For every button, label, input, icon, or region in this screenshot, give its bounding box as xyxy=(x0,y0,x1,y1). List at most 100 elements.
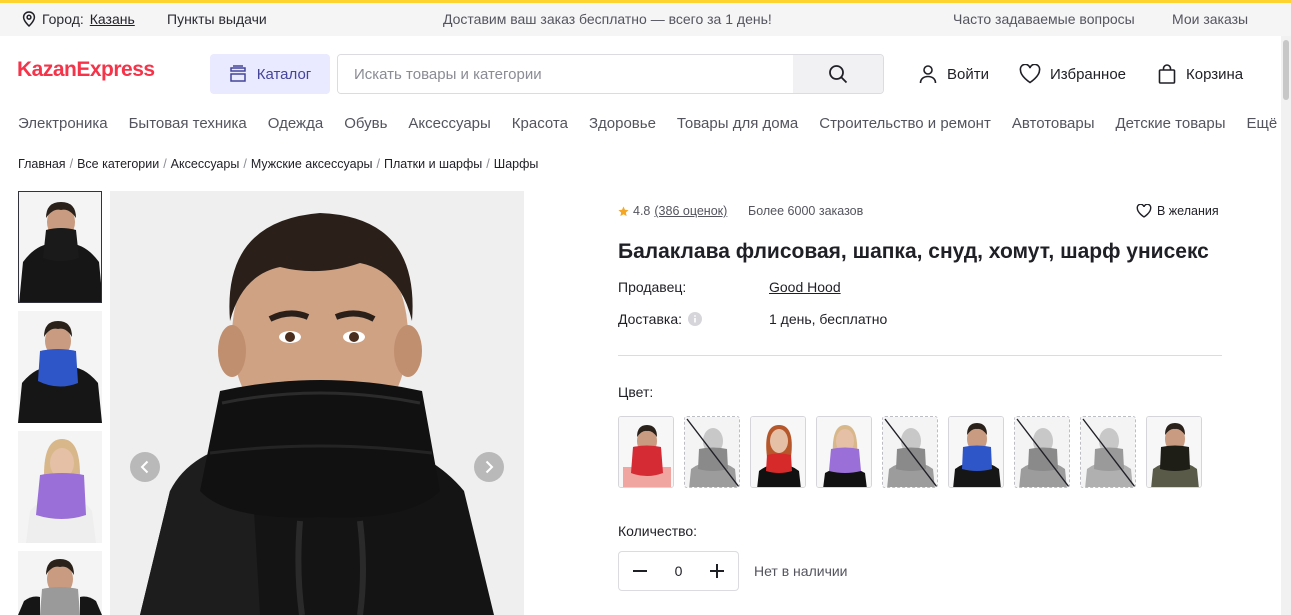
decrease-button[interactable] xyxy=(629,560,651,582)
product-title: Балаклава флисовая, шапка, снуд, хомут, … xyxy=(618,240,1209,263)
scrollbar-thumb[interactable] xyxy=(1283,40,1289,100)
main-product-photo[interactable] xyxy=(110,191,524,615)
color-option-purple[interactable] xyxy=(816,416,872,488)
color-option-red[interactable] xyxy=(618,416,674,488)
thumbnail-photo-black xyxy=(19,192,101,302)
search-icon xyxy=(829,65,848,84)
divider xyxy=(618,355,1222,356)
category-link[interactable]: Строительство и ремонт xyxy=(819,115,991,132)
breadcrumb-separator: / xyxy=(163,157,167,171)
category-link[interactable]: Автотовары xyxy=(1012,115,1095,132)
color-option-unavailable[interactable] xyxy=(882,416,938,488)
city-label: Город: xyxy=(42,11,84,27)
cart-button[interactable]: Корзина xyxy=(1157,64,1243,84)
logo[interactable]: KazanExpress xyxy=(17,58,155,82)
favorites-label: Избранное xyxy=(1050,65,1127,83)
category-link[interactable]: Одежда xyxy=(268,115,323,132)
color-label: Цвет: xyxy=(618,384,654,400)
category-link[interactable]: Красота xyxy=(512,115,568,132)
more-label: Ещё xyxy=(1246,115,1278,132)
thumbnail-photo-blue xyxy=(18,311,102,423)
catalog-label: Каталог xyxy=(256,65,312,83)
quantity-stepper: 0 xyxy=(618,551,739,591)
cart-label: Корзина xyxy=(1186,65,1244,83)
top-bar: Город: Казань Пункты выдачи Доставим ваш… xyxy=(0,3,1291,36)
color-option-blue[interactable] xyxy=(948,416,1004,488)
category-link[interactable]: Здоровье xyxy=(589,115,656,132)
breadcrumb-separator: / xyxy=(69,157,74,171)
swatch-photo xyxy=(1081,417,1135,487)
faq-link[interactable]: Часто задаваемые вопросы xyxy=(953,11,1135,27)
seller-link[interactable]: Good Hood xyxy=(769,279,841,295)
star-icon xyxy=(618,205,629,216)
add-to-wishlist-button[interactable]: В желания xyxy=(1136,204,1219,218)
color-option-unavailable[interactable] xyxy=(1014,416,1070,488)
search-button[interactable] xyxy=(793,55,883,93)
swatch-photo xyxy=(1147,417,1201,487)
breadcrumb-item[interactable]: Аксессуары xyxy=(171,157,240,171)
my-orders-link[interactable]: Мои заказы xyxy=(1172,11,1248,27)
seller-label: Продавец: xyxy=(618,279,687,295)
catalog-icon xyxy=(229,65,246,82)
category-link[interactable]: Бытовая техника xyxy=(129,115,247,132)
more-categories-button[interactable]: Ещё xyxy=(1246,115,1291,132)
login-button[interactable]: Войти xyxy=(918,64,989,84)
category-nav: Электроника Бытовая техника Одежда Обувь… xyxy=(18,115,1291,132)
category-link[interactable]: Товары для дома xyxy=(677,115,798,132)
color-option-unavailable[interactable] xyxy=(684,416,740,488)
product-thumbnail[interactable] xyxy=(18,311,102,423)
swatch-photo xyxy=(751,417,805,487)
swatch-photo xyxy=(685,417,739,487)
product-thumbnail[interactable] xyxy=(18,551,102,615)
product-thumbnail[interactable] xyxy=(18,191,102,303)
orders-count: Более 6000 заказов xyxy=(748,204,864,218)
color-option-khaki[interactable] xyxy=(1146,416,1202,488)
plus-icon xyxy=(709,564,724,578)
thumbnail-photo-purple xyxy=(18,431,102,543)
delivery-value: 1 день, бесплатно xyxy=(769,311,888,327)
stock-status: Нет в наличии xyxy=(754,563,848,579)
increase-button[interactable] xyxy=(706,560,728,582)
breadcrumb-item[interactable]: Главная xyxy=(18,157,66,171)
product-thumbnail[interactable] xyxy=(18,431,102,543)
swatch-photo xyxy=(883,417,937,487)
reviews-link[interactable]: (386 оценок) xyxy=(654,204,727,218)
city-selector[interactable]: Город: Казань xyxy=(22,11,135,27)
pickup-points-link[interactable]: Пункты выдачи xyxy=(167,11,267,27)
wishlist-label: В желания xyxy=(1157,204,1219,218)
category-link[interactable]: Электроника xyxy=(18,115,108,132)
heart-icon xyxy=(1136,204,1152,218)
prev-photo-button[interactable] xyxy=(130,452,160,482)
catalog-button[interactable]: Каталог xyxy=(210,54,330,94)
category-link[interactable]: Детские товары xyxy=(1116,115,1226,132)
favorites-button[interactable]: Избранное xyxy=(1019,64,1126,84)
breadcrumb-item[interactable]: Мужские аксессуары xyxy=(251,157,373,171)
swatch-photo xyxy=(817,417,871,487)
search-bar xyxy=(337,54,884,94)
search-input[interactable] xyxy=(338,55,793,93)
delivery-label: Доставка: xyxy=(618,311,683,327)
breadcrumb-item[interactable]: Все категории xyxy=(77,157,159,171)
color-option-unavailable[interactable] xyxy=(1080,416,1136,488)
main-photo-illustration xyxy=(110,191,524,615)
rating-value: 4.8 xyxy=(633,204,651,218)
promo-text: Доставим ваш заказ бесплатно — всего за … xyxy=(443,11,772,27)
breadcrumb-item[interactable]: Платки и шарфы xyxy=(384,157,482,171)
heart-icon xyxy=(1019,64,1041,84)
breadcrumb-separator: / xyxy=(243,157,247,171)
info-icon[interactable] xyxy=(688,312,703,326)
quantity-value[interactable]: 0 xyxy=(675,563,683,579)
thumbnail-photo-gray xyxy=(18,551,102,615)
breadcrumb-item[interactable]: Шарфы xyxy=(494,157,539,171)
category-link[interactable]: Аксессуары xyxy=(408,115,490,132)
next-photo-button[interactable] xyxy=(474,452,504,482)
category-link[interactable]: Обувь xyxy=(344,115,387,132)
city-link[interactable]: Казань xyxy=(90,11,135,27)
minus-icon xyxy=(633,570,647,572)
breadcrumb: Главная / Все категории / Аксессуары / Мужские… xyxy=(18,157,538,171)
location-pin-icon xyxy=(22,11,36,27)
color-option-red-woman[interactable] xyxy=(750,416,806,488)
chevron-left-icon xyxy=(140,460,149,474)
delivery-label-row: Доставка: xyxy=(618,311,703,327)
shopping-bag-icon xyxy=(1158,64,1176,84)
